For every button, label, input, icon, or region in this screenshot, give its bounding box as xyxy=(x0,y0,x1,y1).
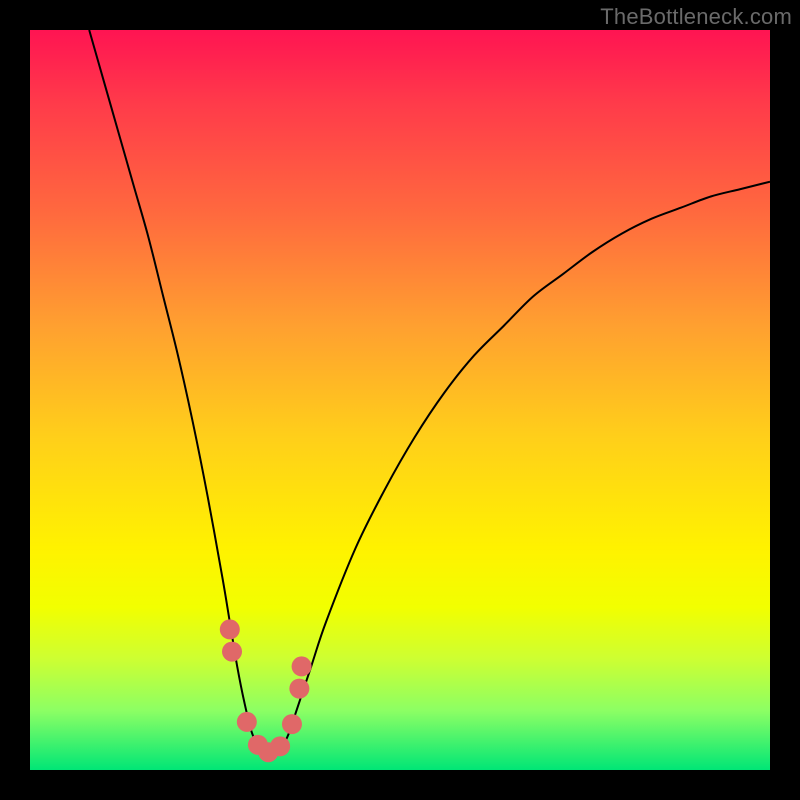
curve-marker xyxy=(292,656,312,676)
curve-marker xyxy=(248,735,268,755)
chart-frame: TheBottleneck.com xyxy=(0,0,800,800)
plot-area xyxy=(30,30,770,770)
curve-marker xyxy=(258,742,278,762)
curve-marker xyxy=(237,712,257,732)
curve-marker xyxy=(289,679,309,699)
watermark-text: TheBottleneck.com xyxy=(600,4,792,30)
curve-marker xyxy=(220,619,240,639)
bottleneck-curve xyxy=(30,30,770,770)
curve-marker xyxy=(222,642,242,662)
curve-line xyxy=(89,30,770,756)
curve-marker xyxy=(282,714,302,734)
curve-markers xyxy=(220,619,312,762)
curve-marker xyxy=(270,736,290,756)
